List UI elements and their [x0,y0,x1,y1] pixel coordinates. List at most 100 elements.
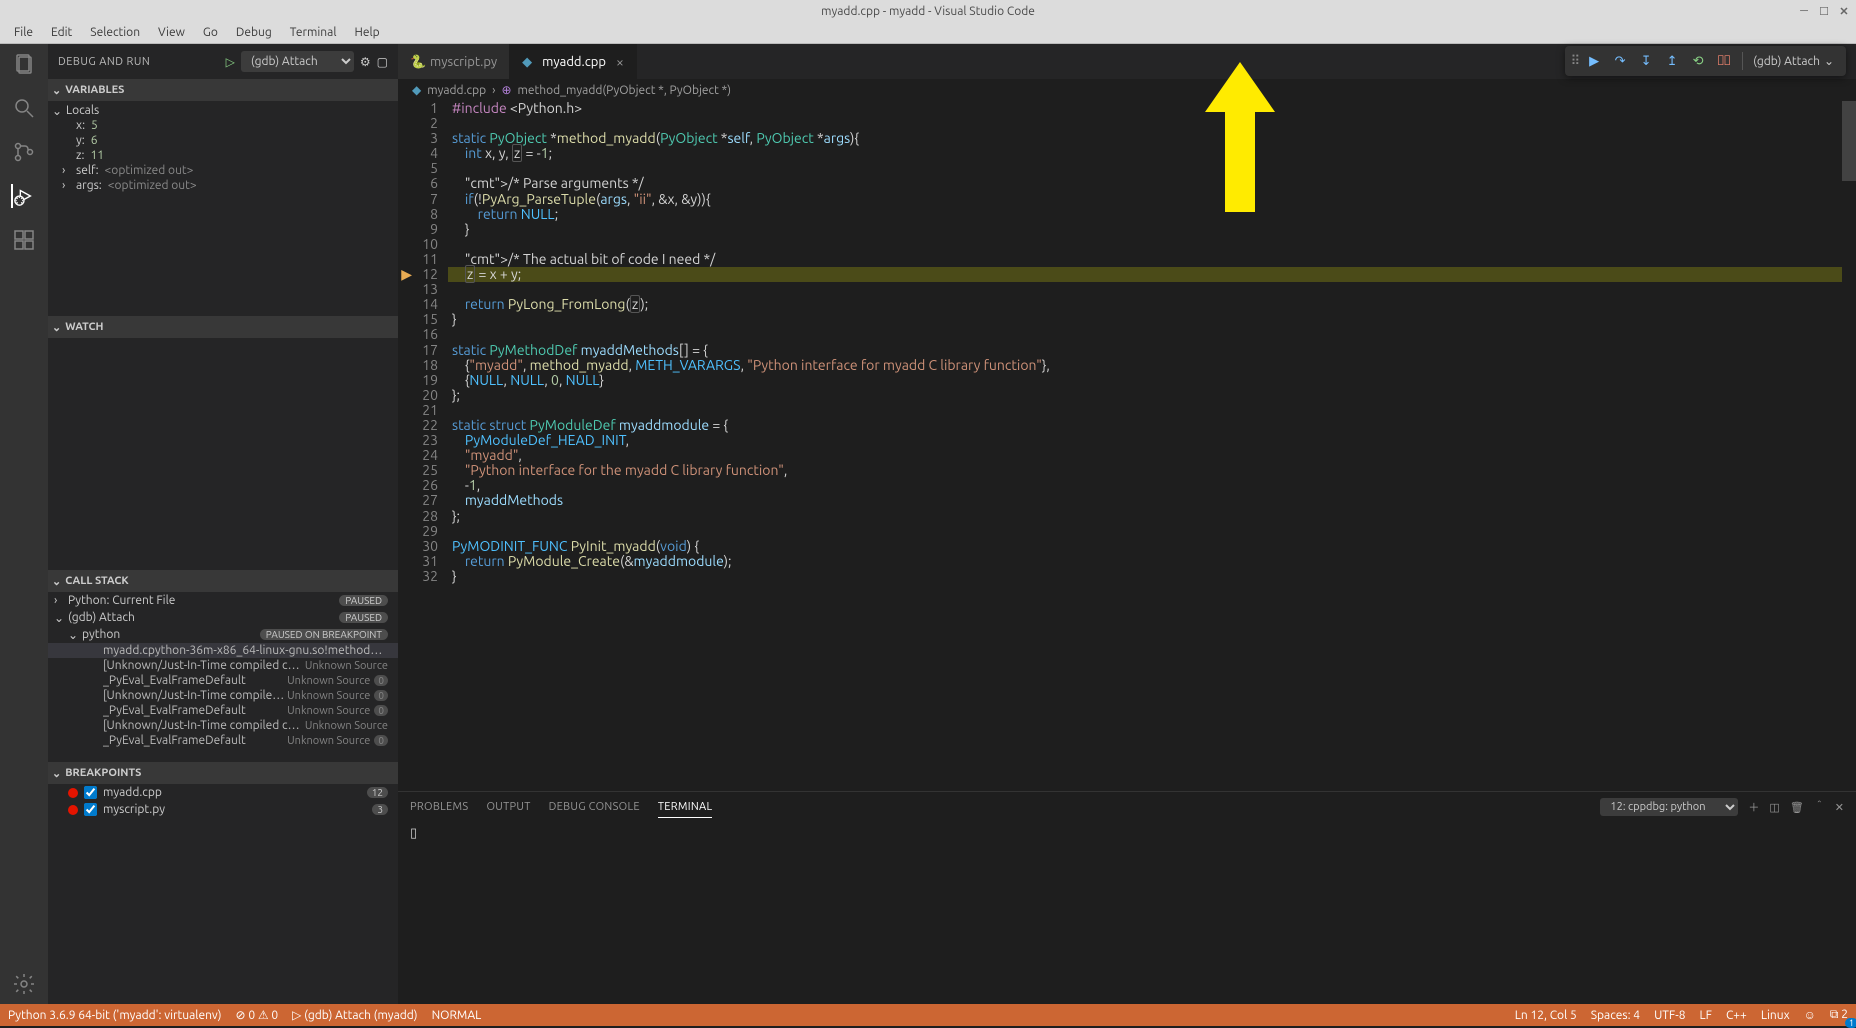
tab-myadd[interactable]: ◆ myadd.cpp × [510,44,637,79]
breakpoint-row[interactable]: myscript.py3 [48,801,398,818]
restart-button[interactable]: ⟲ [1686,49,1710,73]
source-control-icon[interactable] [12,140,36,164]
step-out-button[interactable]: ↥ [1660,49,1684,73]
locals-scope[interactable]: ⌄Locals [48,103,398,118]
stack-frame[interactable]: myadd.cpython-36m-x86_64-linux-gnu.so!me… [48,643,398,658]
panel-tab-debugconsole[interactable]: DEBUG CONSOLE [549,797,640,817]
step-over-button[interactable]: ↷ [1608,49,1632,73]
breakpoint-dot-icon [68,788,78,798]
callstack-process[interactable]: ⌄pythonPAUSED ON BREAKPOINT [48,626,398,643]
stack-frame[interactable]: [Unknown/Just-In-Time compiled code]Unkn… [48,658,398,673]
close-panel-icon[interactable]: ✕ [1835,801,1844,814]
explorer-icon[interactable] [12,52,36,76]
terminal-select[interactable]: 12: cppdbg: python [1600,798,1738,816]
vertical-scrollbar[interactable] [1842,101,1856,791]
variables-body: ⌄Locals x: 5y: 6z: 11›self: <optimized o… [48,101,398,316]
menu-edit[interactable]: Edit [43,24,80,41]
extensions-icon[interactable] [12,228,36,252]
menu-file[interactable]: File [6,24,41,41]
start-debug-icon[interactable]: ▷ [226,55,235,69]
tab-myscript[interactable]: 🐍 myscript.py [398,44,510,79]
continue-button[interactable]: ▶ [1582,49,1606,73]
breakpoint-dot-icon [68,805,78,815]
cpp-file-icon: ◆ [412,83,421,97]
variables-header[interactable]: ⌄VARIABLES [48,79,398,101]
watch-header[interactable]: ⌄WATCH [48,316,398,338]
minimize-icon[interactable]: ─ [1798,5,1810,17]
window-titlebar: myadd.cpp - myadd - Visual Studio Code ─… [0,0,1856,22]
status-debug[interactable]: ▷ (gdb) Attach (myadd) [292,1008,417,1022]
breakpoint-checkbox[interactable] [84,803,97,816]
menu-help[interactable]: Help [346,24,387,41]
bottom-panel: PROBLEMS OUTPUT DEBUG CONSOLE TERMINAL 1… [398,791,1856,1004]
debug-sidebar: DEBUG AND RUN ▷ (gdb) Attach ⚙ ▢ ⌄VARIAB… [48,44,398,1004]
drag-handle-icon[interactable]: ⠿ [1571,54,1581,69]
maximize-icon[interactable]: ☐ [1818,5,1830,17]
menu-selection[interactable]: Selection [82,24,148,41]
breakpoint-checkbox[interactable] [84,786,97,799]
menu-debug[interactable]: Debug [228,24,280,41]
status-eol[interactable]: LF [1700,1009,1712,1022]
new-terminal-icon[interactable]: ＋ [1748,799,1759,815]
stack-frame[interactable]: [Unknown/Just-In-Time compiled code]Unkn… [48,718,398,733]
menu-terminal[interactable]: Terminal [282,24,345,41]
watch-body [48,338,398,570]
status-feedback-icon[interactable]: ☺ [1804,1008,1816,1022]
settings-gear-icon[interactable]: 1 [12,972,36,996]
panel-tab-problems[interactable]: PROBLEMS [410,797,468,817]
status-bar: Python 3.6.9 64-bit ('myadd': virtualenv… [0,1004,1856,1026]
python-file-icon: 🐍 [410,55,424,69]
menu-view[interactable]: View [150,24,193,41]
tab-close-icon[interactable]: × [616,54,624,70]
maximize-panel-icon[interactable]: ＾ [1814,799,1825,815]
current-line-glyph-icon: ▶ [400,267,412,282]
status-encoding[interactable]: UTF-8 [1654,1009,1685,1022]
debug-console-icon[interactable]: ▢ [377,55,388,69]
variable-row[interactable]: y: 6 [48,133,398,148]
status-cursor[interactable]: Ln 12, Col 5 [1515,1009,1577,1022]
callstack-header[interactable]: ⌄CALL STACK [48,570,398,592]
search-icon[interactable] [12,96,36,120]
debug-config-select[interactable]: (gdb) Attach [241,51,354,72]
breadcrumb[interactable]: ◆ myadd.cpp › ⊕ method_myadd(PyObject *,… [398,79,1856,101]
callstack-session[interactable]: ⌄(gdb) AttachPAUSED [48,609,398,626]
breakpoints-body: myadd.cpp12myscript.py3 [48,784,398,1004]
stop-button[interactable]: �⃠ [1712,49,1736,73]
minimap[interactable] [1752,101,1842,221]
status-vim-mode: NORMAL [432,1009,482,1022]
status-indent[interactable]: Spaces: 4 [1591,1009,1640,1022]
step-into-button[interactable]: ↧ [1634,49,1658,73]
status-python[interactable]: Python 3.6.9 64-bit ('myadd': virtualenv… [8,1009,222,1022]
editor-area: 🐍 myscript.py ◆ myadd.cpp × ⠿ ▶ ↷ ↧ ↥ ⟲ … [398,44,1856,1004]
variable-row[interactable]: ›args: <optimized out> [48,178,398,193]
debug-icon[interactable] [11,184,35,208]
debug-toolbar[interactable]: ⠿ ▶ ↷ ↧ ↥ ⟲ �⃠ (gdb) Attach⌄ [1565,46,1846,76]
stack-frame[interactable]: _PyEval_EvalFrameDefaultUnknown Source0 [48,673,398,688]
panel-tab-terminal[interactable]: TERMINAL [658,797,713,818]
debug-toolbar-config[interactable]: (gdb) Attach⌄ [1749,54,1840,68]
terminal-body[interactable]: ▯ [398,822,1856,1004]
activity-bar: 1 [0,44,48,1004]
sidebar-title: DEBUG AND RUN [58,56,150,68]
menu-go[interactable]: Go [195,24,226,41]
split-terminal-icon[interactable]: ◫ [1769,801,1779,814]
variable-row[interactable]: ›self: <optimized out> [48,163,398,178]
close-icon[interactable]: ✕ [1838,5,1850,17]
callstack-session[interactable]: ›Python: Current FilePAUSED [48,592,398,609]
stack-frame[interactable]: [Unknown/Just-In-Time compiled code]Unkn… [48,688,398,703]
panel-tab-output[interactable]: OUTPUT [486,797,530,817]
status-os[interactable]: Linux [1761,1009,1790,1022]
kill-terminal-icon[interactable]: 🗑 [1790,801,1804,814]
gear-icon[interactable]: ⚙ [360,55,371,69]
breakpoints-header[interactable]: ⌄BREAKPOINTS [48,762,398,784]
editor-tabs: 🐍 myscript.py ◆ myadd.cpp × ⠿ ▶ ↷ ↧ ↥ ⟲ … [398,44,1856,79]
variable-row[interactable]: x: 5 [48,118,398,133]
stack-frame[interactable]: _PyEval_EvalFrameDefaultUnknown Source0 [48,703,398,718]
variable-row[interactable]: z: 11 [48,148,398,163]
breakpoint-row[interactable]: myadd.cpp12 [48,784,398,801]
method-icon: ⊕ [501,83,511,97]
status-lang[interactable]: C++ [1726,1009,1747,1022]
stack-frame[interactable]: _PyEval_EvalFrameDefaultUnknown Source0 [48,733,398,748]
code-editor[interactable]: 1234567891011▶12131415161718192021222324… [398,101,1856,791]
status-problems[interactable]: ⊘ 0 ⚠ 0 [236,1008,279,1022]
